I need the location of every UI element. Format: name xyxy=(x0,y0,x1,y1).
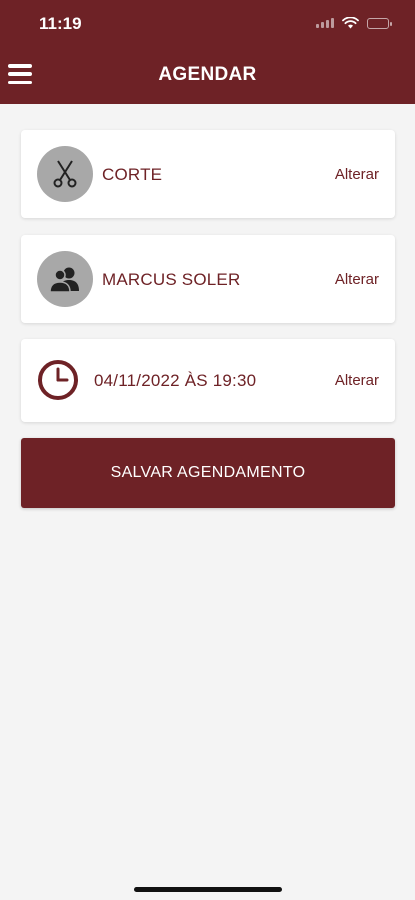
cellular-signal-icon xyxy=(316,18,334,28)
app-header: 11:19 AGENDAR xyxy=(0,0,415,104)
home-indicator[interactable] xyxy=(134,887,282,892)
service-card[interactable]: CORTE Alterar xyxy=(21,130,395,218)
battery-icon xyxy=(367,17,392,29)
datetime-change-link[interactable]: Alterar xyxy=(335,372,379,389)
service-label: CORTE xyxy=(102,165,163,184)
status-time: 11:19 xyxy=(39,14,82,33)
professional-change-link[interactable]: Alterar xyxy=(335,271,379,288)
scissors-icon xyxy=(37,146,93,202)
save-appointment-button[interactable]: SALVAR AGENDAMENTO xyxy=(21,438,395,508)
wifi-icon xyxy=(342,17,359,29)
professional-card[interactable]: MARCUS SOLER Alterar xyxy=(21,235,395,323)
professional-label: MARCUS SOLER xyxy=(102,270,241,289)
datetime-label: 04/11/2022 ÀS 19:30 xyxy=(94,371,257,390)
datetime-card[interactable]: 04/11/2022 ÀS 19:30 Alterar xyxy=(21,339,395,422)
users-icon xyxy=(37,251,93,307)
clock-icon xyxy=(38,360,78,400)
status-icons xyxy=(316,14,392,32)
service-change-link[interactable]: Alterar xyxy=(335,166,379,183)
page-title: AGENDAR xyxy=(158,64,257,85)
